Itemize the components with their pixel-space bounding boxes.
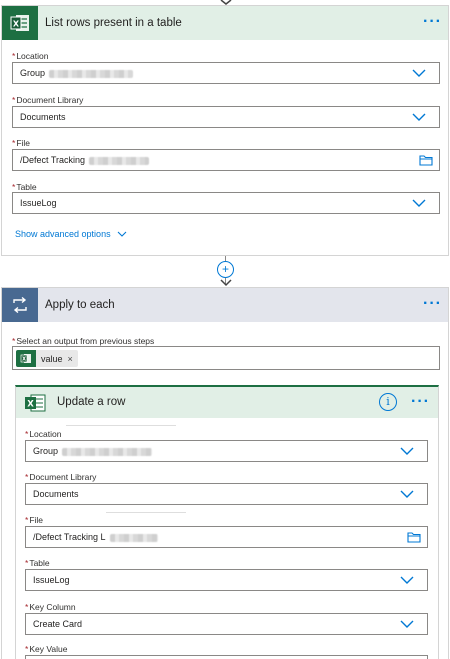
location-label: *Location — [25, 429, 62, 439]
key-column-label: *Key Column — [25, 602, 76, 612]
file-label: *File — [25, 515, 44, 525]
chevron-down-icon[interactable] — [400, 489, 414, 499]
table-dropdown[interactable]: IssueLog — [12, 192, 440, 214]
apply-to-each-card[interactable]: Apply to each ··· *Select an output from… — [1, 287, 449, 659]
loop-icon — [2, 288, 38, 322]
excel-icon: X — [20, 387, 50, 418]
more-options-icon[interactable]: ··· — [423, 6, 442, 38]
folder-icon[interactable] — [419, 154, 433, 166]
document-library-label: *Document Library — [12, 95, 84, 105]
document-library-value: Documents — [33, 489, 79, 499]
table-value: IssueLog — [20, 198, 57, 208]
excel-icon: X — [16, 350, 36, 367]
table-label: *Table — [25, 558, 50, 568]
list-rows-card-header[interactable]: X List rows present in a table ··· — [2, 6, 448, 40]
chevron-down-icon[interactable] — [400, 575, 414, 585]
info-icon[interactable]: i — [379, 393, 397, 411]
key-column-dropdown[interactable]: Create Card — [25, 613, 428, 635]
chevron-down-icon[interactable] — [412, 112, 426, 122]
svg-text:X: X — [27, 399, 34, 409]
key-column-value: Create Card — [33, 619, 83, 629]
chevron-down-icon[interactable] — [412, 198, 426, 208]
close-icon[interactable]: × — [68, 354, 73, 364]
redacted-text — [66, 425, 176, 426]
excel-icon: X — [2, 6, 38, 40]
value-token[interactable]: X value × — [16, 350, 78, 367]
select-output-label: *Select an output from previous steps — [12, 336, 155, 346]
more-options-icon[interactable]: ··· — [423, 288, 442, 320]
update-row-title: Update a row — [57, 396, 126, 408]
document-library-dropdown[interactable]: Documents — [25, 483, 428, 505]
redacted-text — [49, 69, 134, 78]
svg-text:X: X — [22, 357, 26, 363]
table-value: IssueLog — [33, 575, 70, 585]
key-value-input[interactable] — [25, 655, 428, 659]
file-value: /Defect Tracking — [20, 155, 86, 165]
chevron-down-icon[interactable] — [412, 68, 426, 78]
show-advanced-options-link[interactable]: Show advanced options — [15, 229, 127, 239]
svg-text:X: X — [13, 20, 20, 29]
apply-to-each-header[interactable]: Apply to each ··· — [2, 288, 448, 322]
table-label: *Table — [12, 182, 37, 192]
file-label: *File — [12, 138, 31, 148]
location-dropdown[interactable]: Group — [25, 440, 428, 462]
list-rows-action-card[interactable]: X List rows present in a table ··· *Loca… — [1, 5, 449, 256]
more-options-icon[interactable]: ··· — [411, 387, 430, 417]
select-output-field[interactable]: X value × — [12, 346, 440, 370]
file-picker[interactable]: /Defect Tracking — [12, 149, 440, 171]
file-value: /Defect Tracking L — [33, 532, 106, 542]
apply-to-each-title: Apply to each — [45, 299, 115, 311]
redacted-text — [89, 156, 150, 165]
chevron-down-icon[interactable] — [400, 446, 414, 456]
document-library-label: *Document Library — [25, 472, 97, 482]
table-dropdown[interactable]: IssueLog — [25, 569, 428, 591]
redacted-text — [109, 533, 158, 542]
folder-icon[interactable] — [407, 531, 421, 543]
update-row-card-header[interactable]: X Update a row i ··· — [16, 387, 438, 418]
redacted-text — [62, 447, 153, 456]
location-value: Group — [33, 446, 59, 456]
chevron-down-icon — [117, 231, 127, 237]
location-dropdown[interactable]: Group — [12, 62, 440, 84]
file-picker[interactable]: /Defect Tracking L — [25, 526, 428, 548]
location-value: Group — [20, 68, 46, 78]
document-library-dropdown[interactable]: Documents — [12, 106, 440, 128]
update-row-action-card[interactable]: X Update a row i ··· *Location Group *Do… — [15, 385, 439, 659]
arrow-down-icon — [220, 279, 232, 287]
document-library-value: Documents — [20, 112, 66, 122]
redacted-text — [106, 512, 186, 513]
location-label: *Location — [12, 51, 49, 61]
token-label: value — [41, 353, 63, 364]
insert-step-button[interactable]: + — [217, 261, 234, 278]
key-value-label: *Key Value — [25, 644, 68, 654]
list-rows-title: List rows present in a table — [45, 17, 182, 29]
chevron-down-icon[interactable] — [400, 619, 414, 629]
